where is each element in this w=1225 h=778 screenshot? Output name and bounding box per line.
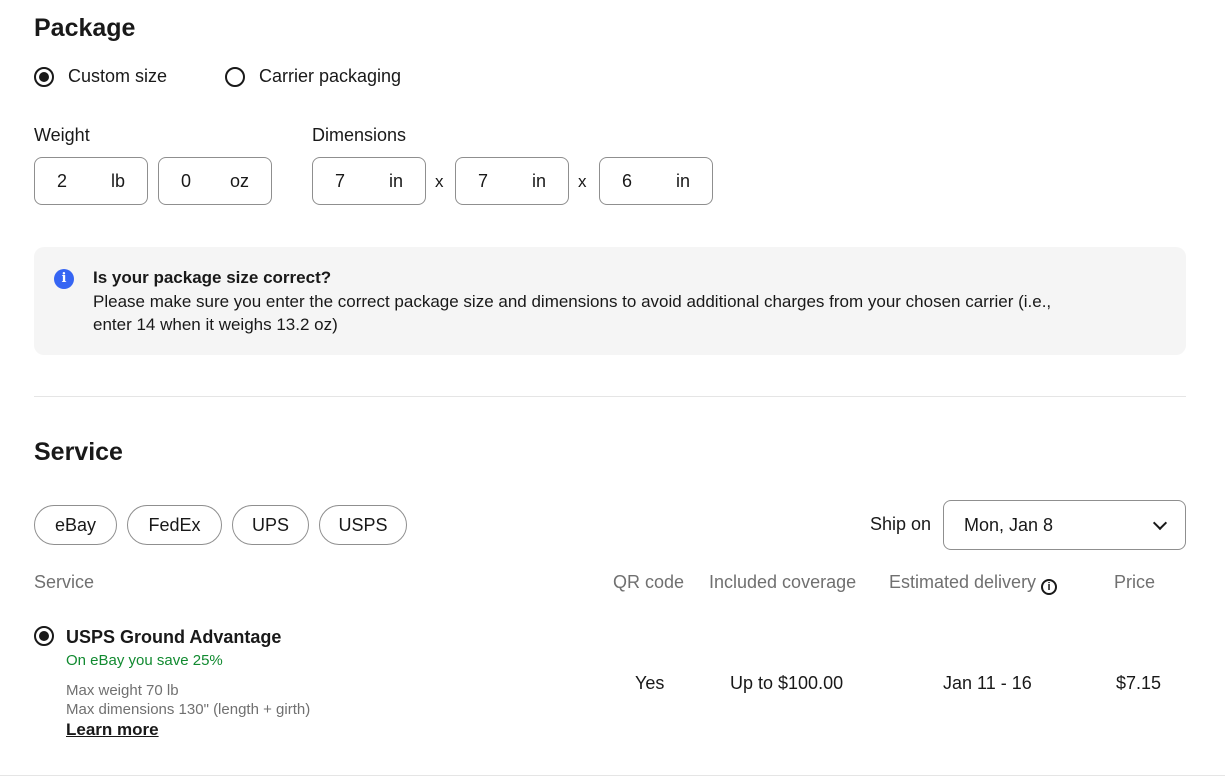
service-savings: On eBay you save 25% [66,652,223,669]
info-icon: i [54,269,74,289]
weight-lb-field[interactable]: 2 lb [34,157,148,205]
carrier-filter-ups[interactable]: UPS [232,505,309,545]
dimension-length-value: 7 [335,170,346,191]
chevron-down-icon [1152,515,1168,531]
service-name: USPS Ground Advantage [66,627,282,647]
service-title: Service [34,438,123,466]
service-price: $7.15 [1116,673,1162,693]
dimension-length-field[interactable]: 7 in [312,157,426,205]
dimension-height-field[interactable]: 6 in [599,157,713,205]
service-qr-code: Yes [635,673,665,693]
notice-title: Is your package size correct? [93,268,332,287]
notice-body: Please make sure you enter the correct p… [93,292,1052,334]
service-max-dimensions: Max dimensions 130" (length + girth) [66,701,311,718]
custom-size-radio[interactable] [34,66,54,87]
dimensions-label: Dimensions [312,125,407,145]
column-header-price: Price [1114,572,1156,592]
dimension-width-field[interactable]: 7 in [455,157,569,205]
weight-lb-value: 2 [57,170,68,191]
dimension-width-value: 7 [478,170,489,191]
ship-on-label: Ship on [870,514,932,534]
weight-oz-unit: oz [229,170,249,191]
column-header-coverage: Included coverage [709,572,857,592]
learn-more-link[interactable]: Learn more [66,720,159,740]
delivery-info-icon[interactable]: i [1041,579,1058,595]
dimension-height-value: 6 [622,170,633,191]
column-header-qr-code: QR code [613,572,685,592]
package-size-notice: i Is your package size correct? Please m… [34,247,1186,355]
custom-size-label: Custom size [68,66,168,86]
dimension-separator: x [578,172,587,191]
dimension-separator: x [435,172,444,191]
ship-on-date-select[interactable]: Mon, Jan 8 [943,500,1186,550]
service-delivery: Jan 11 - 16 [943,673,1032,693]
weight-label: Weight [34,125,90,145]
weight-oz-value: 0 [181,170,192,191]
weight-oz-field[interactable]: 0 oz [158,157,272,205]
column-header-delivery-label: Estimated delivery [889,572,1037,592]
carrier-packaging-radio[interactable] [225,66,245,87]
carrier-filter-usps[interactable]: USPS [319,505,407,545]
ship-on-date-value: Mon, Jan 8 [964,514,1054,535]
dimension-height-unit: in [675,170,690,191]
carrier-packaging-option[interactable]: Carrier packaging [225,66,401,87]
section-divider [34,396,1186,397]
service-row[interactable]: USPS Ground Advantage On eBay you save 2… [0,620,1225,750]
dimension-width-unit: in [531,170,546,191]
weight-lb-unit: lb [110,170,125,191]
custom-size-option[interactable]: Custom size [34,66,167,87]
carrier-filter-ebay[interactable]: eBay [34,505,117,545]
service-coverage: Up to $100.00 [730,673,844,693]
bottom-divider [0,775,1225,776]
dimension-length-unit: in [388,170,403,191]
column-header-service: Service [34,572,95,592]
carrier-filter-fedex[interactable]: FedEx [127,505,222,545]
service-max-weight: Max weight 70 lb [66,682,179,699]
carrier-packaging-label: Carrier packaging [259,66,402,86]
column-header-delivery: Estimated delivery i [889,572,1058,595]
service-radio[interactable] [34,626,54,646]
package-title: Package [34,14,136,42]
